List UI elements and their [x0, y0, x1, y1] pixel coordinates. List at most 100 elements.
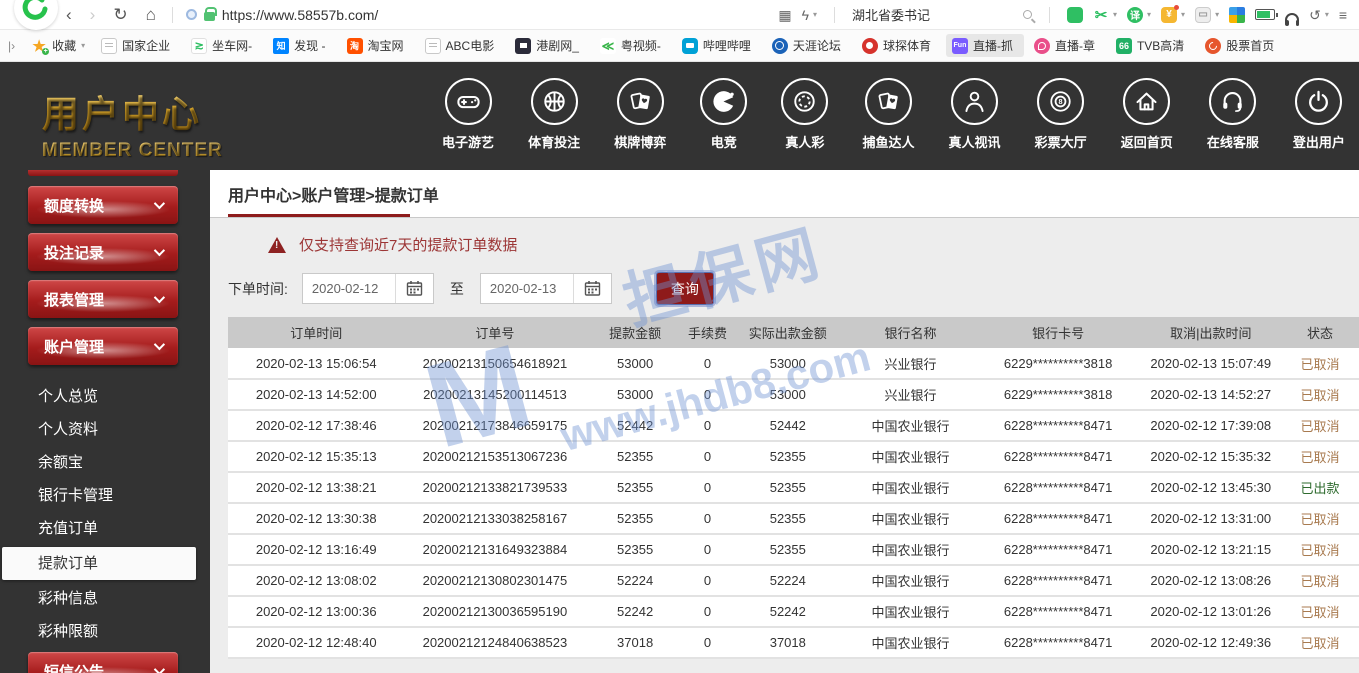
sidebar-group-button[interactable]: 报表管理 [28, 280, 178, 318]
site-logo: 用户中心 MEMBER CENTER [42, 84, 223, 162]
search-box[interactable]: 湖北省委书记 [852, 5, 1032, 24]
browser-app-icon[interactable] [1067, 7, 1083, 23]
url-text[interactable]: https://www.58557b.com/ [222, 7, 378, 23]
bookmark-item[interactable]: 淘 淘宝网 [341, 34, 415, 57]
bookmark-favicon [1034, 38, 1050, 54]
notice-text: 仅支持查询近7天的提款订单数据 [299, 234, 517, 255]
sidebar-group-button[interactable]: 账户管理 [28, 327, 178, 365]
bookmark-item[interactable]: ABC电影 [419, 34, 506, 57]
bookmarks-expander-icon[interactable]: |› [8, 39, 15, 53]
order-time: 2020-02-12 12:48:40 [228, 627, 404, 658]
forward-button[interactable]: › [90, 6, 96, 23]
games-box-icon[interactable]: ▭ [1195, 7, 1211, 23]
menu-icon[interactable]: ≡ [1339, 8, 1347, 22]
bank-card: 6228**********8471 [976, 441, 1141, 472]
chevron-down-icon[interactable]: ▾ [1325, 10, 1329, 19]
chevron-down-icon[interactable]: ▾ [1113, 10, 1117, 19]
calendar-icon[interactable] [573, 274, 611, 303]
undo-icon[interactable]: ↺ [1309, 8, 1321, 22]
header-nav-item[interactable]: 电子游艺 [442, 78, 494, 151]
logo-subtitle: MEMBER CENTER [42, 140, 223, 162]
header-nav-item[interactable]: 8 彩票大厅 [1035, 78, 1087, 151]
sidebar-group-button[interactable]: 投注记录 [28, 233, 178, 271]
security-shield-icon[interactable]: ¥ [1161, 7, 1177, 23]
bank-name: 中国农业银行 [845, 596, 975, 627]
home-button[interactable]: ⌂ [146, 6, 156, 23]
battery-icon[interactable] [1255, 9, 1275, 20]
bookmark-item[interactable]: 哔哩哔哩 [676, 34, 762, 57]
bookmarks-bar: |› ★ 收藏 ▾ 国家企业 ≳ 坐车网- 知 发现 - 淘 淘宝网 [0, 30, 1359, 62]
browser-toolbar: ‹ › ↻ ⌂ https://www.58557b.com/ ▦ ϟ ▾ 湖北… [0, 0, 1359, 30]
chevron-down-icon[interactable]: ▾ [1181, 10, 1185, 19]
sidebar-sub-item[interactable]: 个人资料 [0, 413, 210, 446]
screenshot-scissors-icon[interactable]: ✂ [1093, 7, 1109, 23]
header-nav-item[interactable]: 真人彩 [781, 78, 828, 151]
search-button[interactable]: 查询 [656, 272, 714, 305]
table-header-cell: 手续费 [685, 317, 730, 348]
translate-icon[interactable]: 译 [1127, 7, 1143, 23]
back-button[interactable]: ‹ [66, 6, 72, 23]
order-no: 20200212173846659175 [404, 410, 585, 441]
bookmark-item[interactable]: Fun 直播-抓 [946, 34, 1024, 57]
chevron-down-icon[interactable]: ▾ [1147, 10, 1151, 19]
bookmark-item[interactable]: ≪ 粤视频- [594, 34, 672, 57]
order-time: 2020-02-12 17:38:46 [228, 410, 404, 441]
apps-grid-icon[interactable] [1229, 7, 1245, 23]
sidebar-sub-item[interactable]: 银行卡管理 [0, 479, 210, 512]
done-time: 2020-02-12 12:49:36 [1141, 627, 1281, 658]
chevron-down-icon[interactable]: ▾ [813, 10, 817, 19]
sidebar-sub-item[interactable]: 提款订单 [2, 547, 196, 580]
date-from-input[interactable] [303, 274, 395, 303]
bookmark-item[interactable]: ≳ 坐车网- [185, 34, 263, 57]
header-nav-item[interactable]: 捕鱼达人 [862, 78, 914, 151]
table-header-cell: 银行卡号 [976, 317, 1141, 348]
bookmark-item[interactable]: 知 发现 - [267, 34, 336, 57]
sidebar-sub-item[interactable]: 彩种信息 [0, 582, 210, 615]
header-nav-item[interactable]: 登出用户 [1293, 78, 1345, 151]
sidebar-sub-item[interactable]: 充值订单 [0, 512, 210, 545]
site-info-icon[interactable] [186, 9, 197, 20]
bookmark-item[interactable]: 天涯论坛 [766, 34, 852, 57]
calendar-icon[interactable] [395, 274, 433, 303]
nav-label: 棋牌博弈 [614, 132, 666, 151]
withdraw-amount: 52355 [585, 472, 685, 503]
header-nav-item[interactable]: 电竞 [700, 78, 747, 151]
bookmark-item[interactable]: 球探体育 [856, 34, 942, 57]
chevron-down-icon[interactable]: ▾ [1215, 10, 1219, 19]
sidebar-sub-item[interactable]: 个人总览 [0, 380, 210, 413]
sidebar-group-button[interactable]: 短信公告 [28, 652, 178, 673]
chevron-down-icon [154, 292, 165, 303]
chevron-down-icon [154, 339, 165, 350]
bookmark-item[interactable]: 港剧网_ [509, 34, 590, 57]
sidebar-sub-item[interactable]: 余额宝 [0, 446, 210, 479]
table-row: 2020-02-12 12:48:40 20200212124840638523… [228, 627, 1359, 658]
table-row: 2020-02-13 15:06:54 20200213150654618921… [228, 348, 1359, 379]
address-bar[interactable]: https://www.58557b.com/ [186, 7, 378, 23]
headphones-icon[interactable] [1285, 13, 1299, 22]
bookmark-item[interactable]: 国家企业 [95, 34, 181, 57]
logo-title: 用户中心 [42, 84, 223, 138]
sidebar-sub-item[interactable]: 彩种限额 [0, 615, 210, 648]
header-nav-item[interactable]: 真人视讯 [949, 78, 1001, 151]
actual-amount: 52242 [730, 596, 845, 627]
header-nav-item[interactable]: 在线客服 [1207, 78, 1259, 151]
search-icon[interactable] [1023, 10, 1032, 19]
sidebar-group-button[interactable]: 额度转换 [28, 186, 178, 224]
qr-grid-icon[interactable]: ▦ [778, 8, 791, 22]
sidebar: 额度转换 投注记录 报表管理 账户管理 [0, 170, 210, 673]
bookmark-item[interactable]: 66 TVB高清 [1110, 34, 1195, 57]
search-query[interactable]: 湖北省委书记 [852, 5, 1017, 24]
lightning-icon[interactable]: ϟ [802, 8, 809, 22]
bookmark-favicon: ≳ [191, 38, 207, 54]
header-nav-item[interactable]: 体育投注 [528, 78, 580, 151]
header-nav-item[interactable]: 棋牌博弈 [614, 78, 666, 151]
date-to-input[interactable] [481, 274, 573, 303]
order-no: 20200212130036595190 [404, 596, 585, 627]
bookmark-item[interactable]: 直播-章 [1028, 34, 1106, 57]
bookmark-item[interactable]: 股票首页 [1199, 34, 1285, 57]
header-nav-item[interactable]: 返回首页 [1121, 78, 1173, 151]
bookmark-item[interactable]: ★ 收藏 ▾ [25, 34, 91, 57]
divider [1049, 7, 1050, 23]
reload-button[interactable]: ↻ [113, 6, 127, 23]
table-row: 2020-02-12 13:30:38 20200212133038258167… [228, 503, 1359, 534]
